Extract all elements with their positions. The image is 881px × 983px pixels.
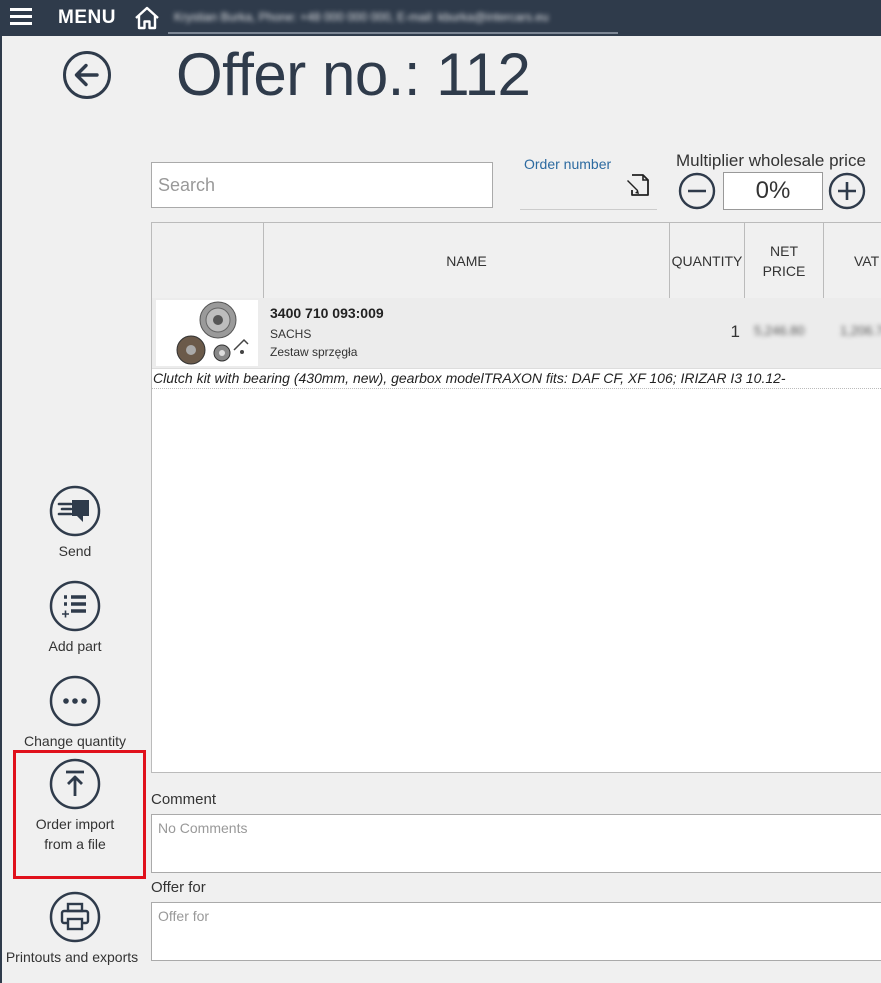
send-button[interactable]: Send: [0, 485, 150, 561]
add-part-label: Add part: [48, 638, 102, 654]
table-header: NAME QUANTITY NET PRICE VAT: [152, 223, 881, 299]
part-description: Clutch kit with bearing (430mm, new), ge…: [152, 368, 881, 389]
change-quantity-button[interactable]: Change quantity: [0, 675, 150, 751]
user-info-underline: [168, 32, 618, 34]
more-icon: [49, 675, 101, 727]
list-add-icon: [49, 580, 101, 632]
menu-label[interactable]: MENU: [58, 7, 116, 29]
header-name[interactable]: NAME: [264, 223, 670, 298]
printouts-exports-label: Printouts and exports: [5, 949, 139, 965]
change-quantity-label: Change quantity: [24, 733, 126, 749]
part-brand: SACHS: [270, 327, 312, 341]
part-net-price: 5,246.80: [754, 323, 805, 338]
multiplier-label: Multiplier wholesale price: [676, 151, 866, 170]
order-number-label: Order number: [524, 156, 612, 172]
comment-field[interactable]: [151, 814, 881, 873]
header-quantity[interactable]: QUANTITY: [670, 223, 745, 298]
header-net-price[interactable]: NET PRICE: [745, 223, 824, 298]
add-part-button[interactable]: Add part: [0, 580, 150, 656]
back-arrow-icon[interactable]: [62, 50, 112, 100]
comment-label: Comment: [151, 791, 217, 808]
header-vat[interactable]: VAT: [824, 223, 881, 298]
send-label: Send: [58, 543, 92, 559]
offer-for-field[interactable]: [151, 902, 881, 961]
top-bar: MENU Krystian Burka, Phone: +48 000 000 …: [0, 0, 881, 36]
send-icon: [49, 485, 101, 537]
clutch-kit-image: [156, 300, 258, 366]
printouts-exports-button[interactable]: Printouts and exports: [0, 891, 150, 967]
edit-document-icon[interactable]: [624, 172, 652, 198]
multiplier-input[interactable]: [723, 172, 823, 210]
highlight-box: [13, 750, 146, 879]
offer-for-label: Offer for: [151, 879, 206, 896]
home-icon[interactable]: [134, 5, 160, 31]
header-image-column: [152, 223, 264, 298]
parts-table: NAME QUANTITY NET PRICE VAT 3400 710 093…: [151, 222, 881, 773]
part-quantity: 1: [730, 322, 740, 341]
part-vat: 1,206.76: [840, 323, 881, 338]
hamburger-menu-icon[interactable]: [10, 8, 32, 28]
page-title: Offer no.: 112: [176, 41, 531, 108]
part-name: Zestaw sprzęgła: [270, 345, 358, 359]
table-row[interactable]: 3400 710 093:009 SACHS Zestaw sprzęgła 1…: [152, 298, 881, 369]
printer-icon: [49, 891, 101, 943]
part-code: 3400 710 093:009: [270, 305, 384, 321]
decrease-multiplier-button[interactable]: [678, 172, 716, 210]
increase-multiplier-button[interactable]: [828, 172, 866, 210]
user-info: Krystian Burka, Phone: +48 000 000 000, …: [174, 10, 549, 24]
search-input[interactable]: [151, 162, 493, 208]
